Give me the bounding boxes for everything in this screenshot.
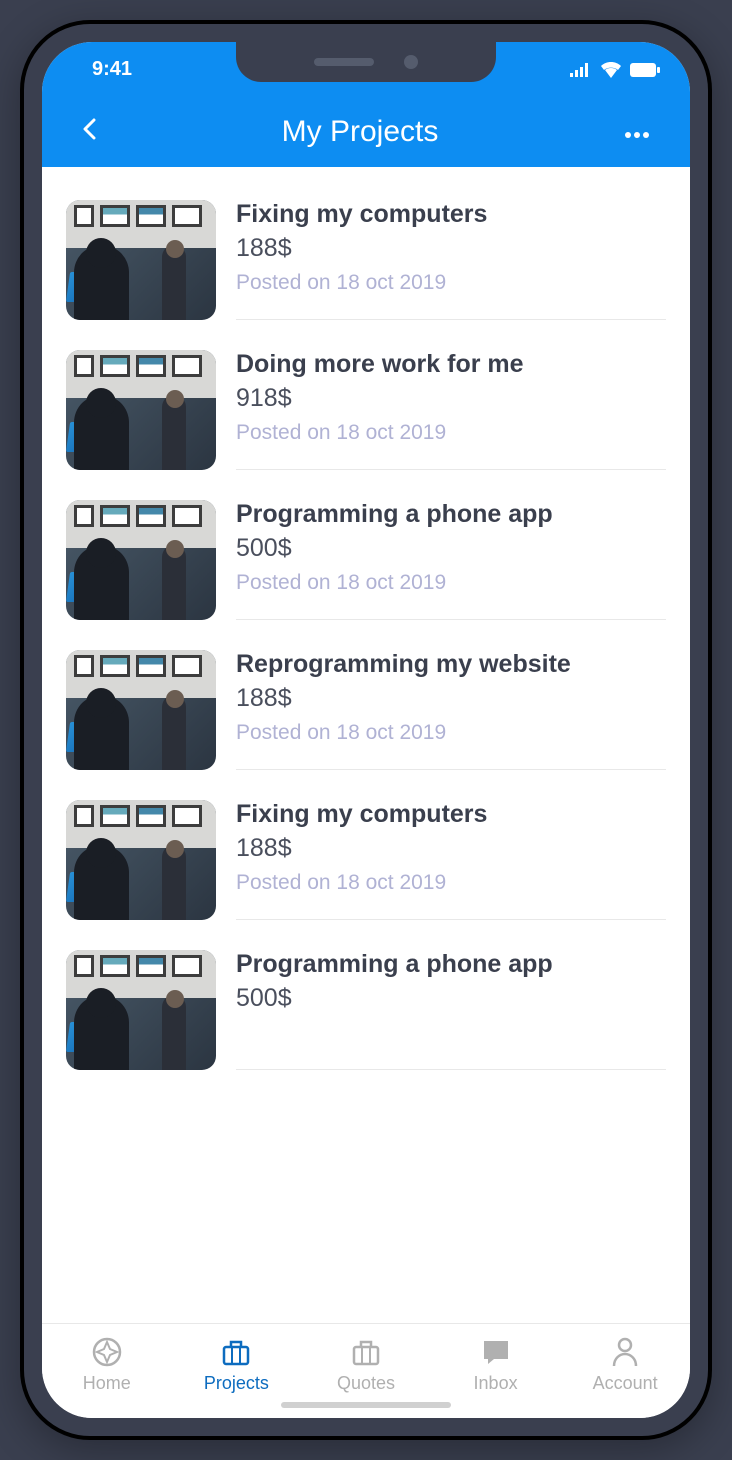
project-item[interactable]: Programming a phone app 500$ Posted on 1… [42, 485, 690, 635]
project-date: Posted on 18 oct 2019 [236, 271, 666, 295]
project-item[interactable]: Fixing my computers 188$ Posted on 18 oc… [42, 185, 690, 335]
project-thumbnail [66, 800, 216, 920]
phone-screen: 9:41 My Projects [42, 42, 690, 1418]
battery-icon [630, 63, 660, 77]
chevron-left-icon [82, 118, 96, 140]
project-info: Doing more work for me 918$ Posted on 18… [236, 350, 666, 470]
back-button[interactable] [72, 108, 106, 157]
notch-speaker [314, 58, 374, 66]
project-info: Reprogramming my website 188$ Posted on … [236, 650, 666, 770]
tab-account[interactable]: Account [575, 1336, 675, 1394]
tab-home[interactable]: Home [57, 1336, 157, 1394]
project-title: Reprogramming my website [236, 650, 666, 679]
project-title: Fixing my computers [236, 200, 666, 229]
tab-projects[interactable]: Projects [186, 1336, 286, 1394]
wifi-icon [600, 62, 622, 78]
project-item[interactable]: Doing more work for me 918$ Posted on 18… [42, 335, 690, 485]
project-title: Doing more work for me [236, 350, 666, 379]
project-thumbnail [66, 350, 216, 470]
status-icons [570, 62, 660, 78]
project-info: Fixing my computers 188$ Posted on 18 oc… [236, 200, 666, 320]
tab-label: Account [593, 1373, 658, 1394]
page-title: My Projects [282, 115, 439, 149]
project-date: Posted on 18 oct 2019 [236, 421, 666, 445]
project-price: 188$ [236, 834, 666, 863]
chat-icon [480, 1336, 512, 1368]
project-thumbnail [66, 500, 216, 620]
page-header: My Projects [42, 97, 690, 167]
project-price: 500$ [236, 534, 666, 563]
notch-camera [404, 55, 418, 69]
project-price: 188$ [236, 234, 666, 263]
project-price: 918$ [236, 384, 666, 413]
project-info: Fixing my computers 188$ Posted on 18 oc… [236, 800, 666, 920]
project-item[interactable]: Fixing my computers 188$ Posted on 18 oc… [42, 785, 690, 935]
project-date: Posted on 18 oct 2019 [236, 721, 666, 745]
phone-frame: 9:41 My Projects [20, 20, 712, 1440]
ellipsis-icon [624, 131, 650, 139]
project-thumbnail [66, 950, 216, 1070]
project-thumbnail [66, 200, 216, 320]
phone-notch [236, 42, 496, 82]
project-date: Posted on 18 oct 2019 [236, 571, 666, 595]
project-price: 188$ [236, 684, 666, 713]
person-icon [609, 1336, 641, 1368]
project-title: Programming a phone app [236, 500, 666, 529]
tab-label: Home [83, 1373, 131, 1394]
home-indicator[interactable] [281, 1402, 451, 1408]
signal-icon [570, 63, 592, 77]
project-title: Fixing my computers [236, 800, 666, 829]
project-list[interactable]: Fixing my computers 188$ Posted on 18 oc… [42, 167, 690, 1323]
more-button[interactable] [614, 108, 660, 156]
project-date: Posted on 18 oct 2019 [236, 871, 666, 895]
briefcase-icon [350, 1336, 382, 1368]
project-title: Programming a phone app [236, 950, 666, 979]
project-info: Programming a phone app 500$ Posted on 1… [236, 500, 666, 620]
project-item[interactable]: Reprogramming my website 188$ Posted on … [42, 635, 690, 785]
project-info: Programming a phone app 500$ [236, 950, 666, 1070]
project-item[interactable]: Programming a phone app 500$ [42, 935, 690, 1085]
tab-label: Quotes [337, 1373, 395, 1394]
tab-label: Inbox [474, 1373, 518, 1394]
briefcase-icon [220, 1336, 252, 1368]
project-price: 500$ [236, 984, 666, 1013]
compass-icon [91, 1336, 123, 1368]
tab-inbox[interactable]: Inbox [446, 1336, 546, 1394]
tab-quotes[interactable]: Quotes [316, 1336, 416, 1394]
project-thumbnail [66, 650, 216, 770]
status-time: 9:41 [72, 58, 132, 81]
tab-label: Projects [204, 1373, 269, 1394]
